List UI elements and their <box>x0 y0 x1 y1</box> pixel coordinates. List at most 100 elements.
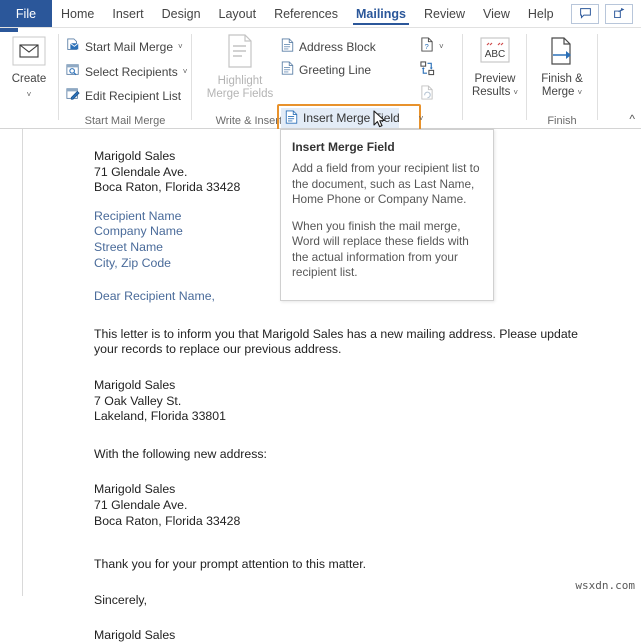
collapse-ribbon-button[interactable]: ^ <box>629 112 635 126</box>
new-address-block: Marigold Sales 71 Glendale Ave. Boca Rat… <box>94 482 614 529</box>
tab-insert[interactable]: Insert <box>103 0 152 27</box>
comments-button[interactable] <box>571 4 599 24</box>
tab-review[interactable]: Review <box>415 0 474 27</box>
chevron-down-icon[interactable]: ˅ <box>513 86 518 99</box>
tab-references[interactable]: References <box>265 0 347 27</box>
envelope-icon <box>12 36 46 70</box>
tab-layout-label: Layout <box>219 7 257 21</box>
closing-thanks: Thank you for your prompt attention to t… <box>94 557 614 573</box>
old-address-line-3: Lakeland, Florida 33801 <box>94 409 614 425</box>
ribbon-tab-strip: File Home Insert Design Layout Reference… <box>0 0 641 28</box>
highlight-merge-fields-icon <box>225 34 255 72</box>
chevron-down-icon[interactable]: ˅ <box>419 114 424 123</box>
finish-and-merge-icon <box>545 36 579 70</box>
greeting-line-icon <box>281 61 294 78</box>
preview-results-abc-icon: ABC <box>477 36 513 70</box>
tab-file[interactable]: File <box>0 0 52 27</box>
old-address-line-2: 7 Oak Valley St. <box>94 394 614 410</box>
finish-and-merge-line2-row: Merge ˅ <box>542 86 582 99</box>
select-recipients-button[interactable]: Select Recipients ˅ <box>66 63 187 80</box>
tab-layout[interactable]: Layout <box>210 0 266 27</box>
select-recipients-label: Select Recipients <box>85 65 178 79</box>
preview-results-line1: Preview <box>475 73 516 86</box>
ribbon-group-create: Create ˅ <box>0 28 58 129</box>
share-button[interactable] <box>605 4 633 24</box>
tooltip-paragraph-1: Add a field from your recipient list to … <box>292 161 482 208</box>
preview-results-line2-row: Results ˅ <box>472 86 518 99</box>
create-button-label: Create <box>12 73 47 86</box>
tab-design-label: Design <box>162 7 201 21</box>
closing-signature: Marigold Sales <box>94 628 614 644</box>
finish-and-merge-line1: Finish & <box>541 73 583 86</box>
tooltip-paragraph-2: When you finish the mail merge, Word wil… <box>292 219 482 281</box>
edit-recipient-list-icon <box>66 87 80 104</box>
group-divider <box>597 34 598 120</box>
tab-view-label: View <box>483 7 510 21</box>
finish-and-merge-button[interactable]: Finish & Merge ˅ <box>532 36 592 99</box>
tab-view[interactable]: View <box>474 0 519 27</box>
start-mail-merge-label: Start Mail Merge <box>85 40 173 54</box>
address-block-button[interactable]: Address Block <box>281 38 376 55</box>
tab-home[interactable]: Home <box>52 0 103 27</box>
old-address-block: Marigold Sales 7 Oak Valley St. Lakeland… <box>94 378 614 425</box>
ribbon-group-start-mail-merge: Start Mail Merge ˅ Select Recipients ˅ <box>59 28 191 129</box>
header-button-group <box>571 0 641 27</box>
insert-merge-field-icon <box>285 110 298 127</box>
tab-mailings[interactable]: Mailings <box>347 0 415 27</box>
chevron-down-icon[interactable]: ˅ <box>577 86 582 99</box>
svg-text:ABC: ABC <box>485 49 506 60</box>
rules-button[interactable]: ? ˅ <box>420 37 444 55</box>
create-button[interactable]: Create ˅ <box>9 36 49 101</box>
share-icon <box>613 7 626 20</box>
start-mail-merge-icon <box>66 38 80 55</box>
ribbon-group-finish: Finish & Merge ˅ Finish <box>527 28 597 129</box>
body-paragraph: This letter is to inform you that Marigo… <box>94 327 604 358</box>
comment-icon <box>579 7 592 20</box>
update-labels-icon <box>420 85 434 103</box>
new-address-line-2: 71 Glendale Ave. <box>94 498 614 514</box>
site-watermark: wsxdn.com <box>575 579 635 592</box>
tab-file-label: File <box>16 7 36 21</box>
closing-sincerely: Sincerely, <box>94 593 614 609</box>
tooltip-title: Insert Merge Field <box>292 140 482 154</box>
new-address-line-3: Boca Raton, Florida 33428 <box>94 514 614 530</box>
start-mail-merge-button[interactable]: Start Mail Merge ˅ <box>66 38 183 55</box>
match-fields-button[interactable] <box>420 61 435 79</box>
tab-insert-label: Insert <box>112 7 143 21</box>
update-labels-button[interactable] <box>420 85 434 103</box>
preview-results-button[interactable]: ABC Preview Results ˅ <box>467 36 523 99</box>
address-block-label: Address Block <box>299 40 376 54</box>
select-recipients-icon <box>66 63 80 80</box>
group-label-finish: Finish <box>527 115 597 127</box>
tab-mailings-label: Mailings <box>356 7 406 21</box>
finish-and-merge-line2: Merge <box>542 86 575 99</box>
tab-references-label: References <box>274 7 338 21</box>
new-address-line-1: Marigold Sales <box>94 482 614 498</box>
match-fields-icon <box>420 61 435 79</box>
page-left-edge <box>22 129 23 596</box>
old-address-line-1: Marigold Sales <box>94 378 614 394</box>
new-address-intro: With the following new address: <box>94 447 614 463</box>
chevron-down-icon[interactable]: ˅ <box>27 88 32 101</box>
chevron-down-icon[interactable]: ˅ <box>178 42 183 51</box>
highlight-merge-fields-line1: Highlight <box>218 75 263 88</box>
mouse-cursor <box>373 110 387 130</box>
tab-design[interactable]: Design <box>153 0 210 27</box>
highlight-merge-fields-line2: Merge Fields <box>207 88 273 101</box>
tab-home-label: Home <box>61 7 94 21</box>
chevron-down-icon[interactable]: ˅ <box>439 42 444 51</box>
chevron-down-icon[interactable]: ˅ <box>183 67 188 76</box>
tab-help-label: Help <box>528 7 554 21</box>
greeting-line-label: Greeting Line <box>299 63 371 77</box>
edit-recipient-list-button[interactable]: Edit Recipient List <box>66 87 181 104</box>
greeting-line-button[interactable]: Greeting Line <box>281 61 371 78</box>
page-left-gutter <box>0 129 22 596</box>
tab-help[interactable]: Help <box>519 0 563 27</box>
address-block-icon <box>281 38 294 55</box>
tab-review-label: Review <box>424 7 465 21</box>
preview-results-line2: Results <box>472 86 510 99</box>
svg-text:?: ? <box>425 42 429 51</box>
ribbon: Create ˅ Start Mail Merge ˅ <box>0 28 641 129</box>
insert-merge-field-tooltip: Insert Merge Field Add a field from your… <box>280 129 494 301</box>
highlight-merge-fields-button[interactable]: Highlight Merge Fields <box>202 34 278 101</box>
